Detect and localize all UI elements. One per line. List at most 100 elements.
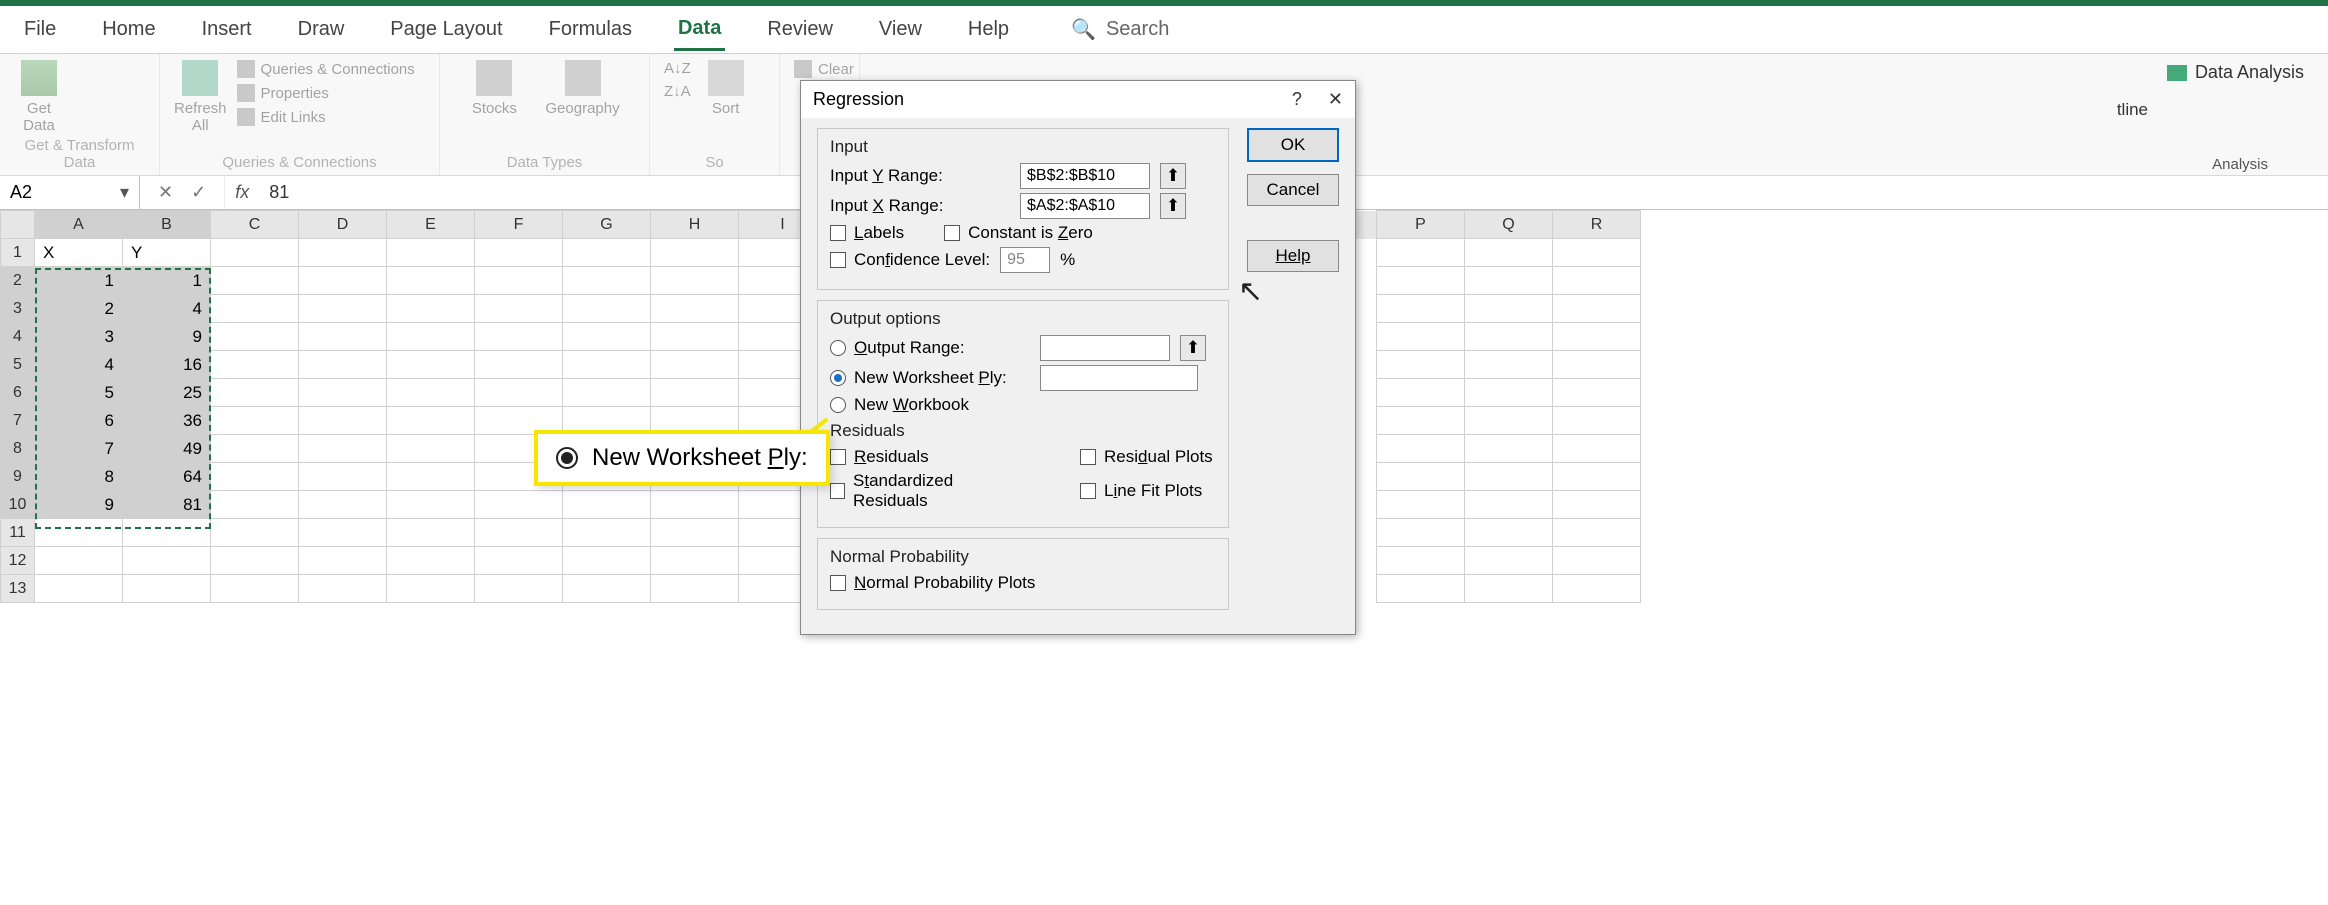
refresh-all-button[interactable]: Refresh All	[174, 60, 227, 134]
tab-view[interactable]: View	[875, 10, 926, 49]
new-worksheet-input[interactable]	[1040, 365, 1198, 391]
cell-A5[interactable]: 4	[35, 351, 123, 379]
normal-prob-checkbox[interactable]	[830, 575, 846, 591]
sort-az-button[interactable]: A↓Z	[664, 60, 691, 77]
col-header-P[interactable]: P	[1377, 211, 1465, 239]
cell-A6[interactable]: 5	[35, 379, 123, 407]
row-header-12[interactable]: 12	[1, 547, 35, 575]
cell-A10[interactable]: 9	[35, 491, 123, 519]
labels-checkbox[interactable]	[830, 225, 846, 241]
constant-zero-checkbox[interactable]	[944, 225, 960, 241]
output-range-radio[interactable]	[830, 340, 846, 356]
help-button[interactable]: Help	[1247, 240, 1339, 272]
cell-B7[interactable]: 36	[123, 407, 211, 435]
select-all-corner[interactable]	[1, 211, 35, 239]
col-header-G[interactable]: G	[563, 211, 651, 239]
col-header-B[interactable]: B	[123, 211, 211, 239]
cell-A7[interactable]: 6	[35, 407, 123, 435]
row-header-7[interactable]: 7	[1, 407, 35, 435]
residuals-checkbox[interactable]	[830, 449, 846, 465]
edit-links-button[interactable]: Edit Links	[237, 108, 415, 126]
tab-data[interactable]: Data	[674, 9, 725, 51]
x-range-picker-icon[interactable]: ⬆	[1160, 193, 1186, 219]
name-box[interactable]: A2 ▾	[0, 176, 140, 209]
name-box-dropdown-icon[interactable]: ▾	[120, 182, 129, 203]
tab-review[interactable]: Review	[763, 10, 837, 49]
col-header-C[interactable]: C	[211, 211, 299, 239]
ribbon-search[interactable]: 🔍 Search	[1071, 17, 1169, 42]
confidence-value[interactable]	[1000, 247, 1050, 273]
fx-icon[interactable]: fx	[225, 176, 259, 209]
cell-B4[interactable]: 9	[123, 323, 211, 351]
row-header-5[interactable]: 5	[1, 351, 35, 379]
input-x-range[interactable]	[1020, 193, 1150, 219]
line-fit-checkbox[interactable]	[1080, 483, 1096, 499]
tab-help[interactable]: Help	[964, 10, 1013, 49]
col-header-A[interactable]: A	[35, 211, 123, 239]
geography-button[interactable]: Geography	[545, 60, 619, 117]
sort-za-button[interactable]: Z↓A	[664, 83, 691, 100]
dialog-titlebar[interactable]: Regression ? ✕	[801, 81, 1355, 118]
row-header-1[interactable]: 1	[1, 239, 35, 267]
row-header-11[interactable]: 11	[1, 519, 35, 547]
col-header-E[interactable]: E	[387, 211, 475, 239]
col-header-F[interactable]: F	[475, 211, 563, 239]
get-data-button[interactable]: Get Data	[14, 60, 64, 134]
cell-B3[interactable]: 4	[123, 295, 211, 323]
cell-B2[interactable]: 1	[123, 267, 211, 295]
cancel-formula-icon[interactable]: ✕	[158, 182, 173, 203]
enter-formula-icon[interactable]: ✓	[191, 182, 206, 203]
cell-B1[interactable]: Y	[123, 239, 211, 267]
cell-A2[interactable]: 1	[35, 267, 123, 295]
confidence-checkbox[interactable]	[830, 252, 846, 268]
close-icon[interactable]: ✕	[1328, 89, 1343, 110]
input-y-range[interactable]	[1020, 163, 1150, 189]
col-header-D[interactable]: D	[299, 211, 387, 239]
tab-file[interactable]: File	[20, 10, 60, 49]
tab-draw[interactable]: Draw	[294, 10, 349, 49]
tab-formulas[interactable]: Formulas	[545, 10, 636, 49]
cell-B5[interactable]: 16	[123, 351, 211, 379]
row-header-3[interactable]: 3	[1, 295, 35, 323]
col-header-H[interactable]: H	[651, 211, 739, 239]
new-worksheet-radio[interactable]	[830, 370, 846, 386]
ok-button[interactable]: OK	[1247, 128, 1339, 162]
cell-A3[interactable]: 2	[35, 295, 123, 323]
cell-A8[interactable]: 7	[35, 435, 123, 463]
search-icon: 🔍	[1071, 17, 1096, 42]
row-header-10[interactable]: 10	[1, 491, 35, 519]
output-range-input[interactable]	[1040, 335, 1170, 361]
row-header-8[interactable]: 8	[1, 435, 35, 463]
cell-B9[interactable]: 64	[123, 463, 211, 491]
output-range-picker-icon[interactable]: ⬆	[1180, 335, 1206, 361]
row-header-4[interactable]: 4	[1, 323, 35, 351]
sort-button[interactable]: Sort	[701, 60, 751, 117]
group-label-sort: So	[664, 154, 765, 173]
cancel-button[interactable]: Cancel	[1247, 174, 1339, 206]
cell-B10[interactable]: 81	[123, 491, 211, 519]
cell-A4[interactable]: 3	[35, 323, 123, 351]
help-icon[interactable]: ?	[1292, 89, 1302, 110]
tab-home[interactable]: Home	[98, 10, 159, 49]
tab-insert[interactable]: Insert	[198, 10, 256, 49]
clear-button[interactable]: Clear	[794, 60, 854, 78]
cell-B6[interactable]: 25	[123, 379, 211, 407]
std-residuals-checkbox[interactable]	[830, 483, 845, 499]
tab-page-layout[interactable]: Page Layout	[386, 10, 506, 49]
cell-A9[interactable]: 8	[35, 463, 123, 491]
col-header-Q[interactable]: Q	[1465, 211, 1553, 239]
y-range-picker-icon[interactable]: ⬆	[1160, 163, 1186, 189]
cell-A1[interactable]: X	[35, 239, 123, 267]
row-header-9[interactable]: 9	[1, 463, 35, 491]
col-header-R[interactable]: R	[1553, 211, 1641, 239]
new-workbook-radio[interactable]	[830, 397, 846, 413]
properties-button[interactable]: Properties	[237, 84, 415, 102]
row-header-2[interactable]: 2	[1, 267, 35, 295]
row-header-13[interactable]: 13	[1, 575, 35, 603]
stocks-button[interactable]: Stocks	[469, 60, 519, 117]
row-header-6[interactable]: 6	[1, 379, 35, 407]
residual-plots-checkbox[interactable]	[1080, 449, 1096, 465]
queries-connections-button[interactable]: Queries & Connections	[237, 60, 415, 78]
cell-B8[interactable]: 49	[123, 435, 211, 463]
data-analysis-button[interactable]: Data Analysis	[2167, 62, 2304, 83]
